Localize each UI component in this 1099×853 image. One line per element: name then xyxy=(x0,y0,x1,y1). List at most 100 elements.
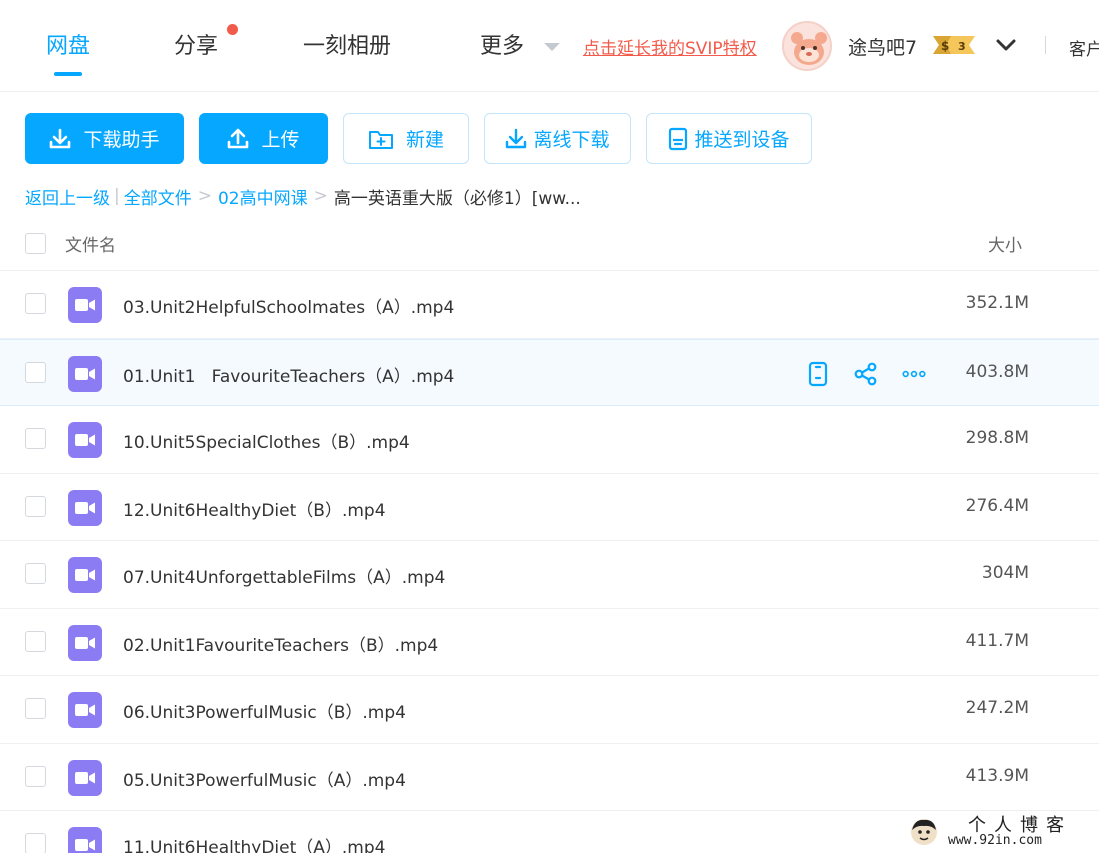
video-file-icon xyxy=(68,287,102,323)
active-tab-indicator xyxy=(54,72,82,76)
file-size: 247.2M xyxy=(965,698,1029,718)
breadcrumb-separator: > xyxy=(313,186,328,206)
avatar[interactable] xyxy=(782,21,832,71)
svip-level-text: 3 xyxy=(958,40,966,53)
file-size: 276.4M xyxy=(965,495,1029,516)
column-header-name[interactable]: 文件名 xyxy=(65,231,116,256)
new-folder-button[interactable]: 新建 xyxy=(343,113,469,164)
row-checkbox[interactable] xyxy=(25,833,46,853)
download-helper-label: 下载助手 xyxy=(83,129,160,151)
device-icon xyxy=(668,127,688,151)
push-to-device-button[interactable]: 推送到设备 xyxy=(646,113,812,164)
offline-download-icon xyxy=(505,128,527,150)
breadcrumb-folder[interactable]: 02高中网课 xyxy=(218,184,308,209)
file-row[interactable]: 05.Unit3PowerfulMusic（A）.mp4 413.9M xyxy=(0,744,1099,811)
video-file-icon xyxy=(68,827,102,853)
file-list: 03.Unit2HelpfulSchoolmates（A）.mp4 352.1M 0… xyxy=(0,271,1099,853)
new-folder-icon xyxy=(368,128,394,150)
top-nav: 网盘 分享 一刻相册 更多 点击延长我的SVIP特权 途鸟吧7 $ 3 客户 xyxy=(0,0,1099,92)
nav-tab-label: 一刻相册 xyxy=(303,34,392,59)
svg-text:$: $ xyxy=(941,39,949,53)
file-size: 413.9M xyxy=(965,765,1029,786)
file-row[interactable]: 01.Unit1 FavouriteTeachers（A）.mp4 403.8M xyxy=(0,338,1099,406)
video-file-icon xyxy=(68,624,102,661)
nav-tab-netdisk[interactable]: 网盘 xyxy=(46,28,91,76)
file-row[interactable]: 12.Unit6HealthyDiet（B）.mp4 276.4M xyxy=(0,474,1099,541)
breadcrumb-divider: | xyxy=(114,186,120,206)
download-icon xyxy=(49,128,71,150)
video-file-icon xyxy=(68,557,102,593)
notification-dot xyxy=(227,24,238,35)
avatar-image xyxy=(784,23,830,69)
svip-badge-icon: $ 3 xyxy=(933,36,975,54)
video-file-icon xyxy=(68,489,102,526)
more-options-icon[interactable] xyxy=(902,361,926,387)
row-checkbox[interactable] xyxy=(25,361,46,383)
breadcrumb-current: 高一英语重大版（必修1）[ww... xyxy=(333,188,581,209)
file-name[interactable]: 01.Unit1 FavouriteTeachers（A）.mp4 xyxy=(123,362,454,387)
upload-button[interactable]: 上传 xyxy=(199,113,328,164)
row-checkbox[interactable] xyxy=(25,428,46,449)
column-header-size[interactable]: 大小 xyxy=(988,231,1022,256)
row-checkbox[interactable] xyxy=(25,495,46,517)
breadcrumb: 返回上一级 | 全部文件 > 02高中网课 > 高一英语重大版（必修1）[ww.… xyxy=(25,184,581,209)
row-checkbox[interactable] xyxy=(25,630,46,652)
file-size: 352.1M xyxy=(965,293,1029,313)
new-folder-label: 新建 xyxy=(405,129,444,151)
file-name[interactable]: 12.Unit6HealthyDiet（B）.mp4 xyxy=(123,496,386,521)
nav-tab-label: 网盘 xyxy=(46,34,91,59)
video-file-icon xyxy=(68,759,102,796)
file-table-header: 文件名 大小 xyxy=(0,216,1099,271)
offline-download-button[interactable]: 离线下载 xyxy=(484,113,631,164)
file-name[interactable]: 07.Unit4UnforgettableFilms（A）.mp4 xyxy=(123,563,445,588)
file-name[interactable]: 06.Unit3PowerfulMusic（B）.mp4 xyxy=(123,698,406,723)
video-file-icon xyxy=(68,355,102,392)
file-row[interactable]: 07.Unit4UnforgettableFilms（A）.mp4 304M xyxy=(0,541,1099,609)
client-link[interactable]: 客户 xyxy=(1069,35,1099,60)
username[interactable]: 途鸟吧7 xyxy=(848,33,917,60)
upload-label: 上传 xyxy=(261,129,300,151)
breadcrumb-separator: > xyxy=(197,186,212,206)
share-icon[interactable] xyxy=(854,361,878,387)
video-file-icon xyxy=(68,422,102,458)
nav-tab-label: 分享 xyxy=(174,34,219,59)
file-row[interactable]: 03.Unit2HelpfulSchoolmates（A）.mp4 352.1M xyxy=(0,271,1099,339)
file-name[interactable]: 03.Unit2HelpfulSchoolmates（A）.mp4 xyxy=(123,293,454,318)
breadcrumb-back[interactable]: 返回上一级 xyxy=(25,184,110,209)
watermark-url: www.92in.com xyxy=(948,833,1042,848)
file-size: 304M xyxy=(981,563,1029,583)
file-name[interactable]: 11.Unit6HealthyDiet（A）.mp4 xyxy=(123,833,385,853)
push-device-icon[interactable] xyxy=(806,361,830,387)
row-checkbox[interactable] xyxy=(25,698,46,719)
breadcrumb-all-files[interactable]: 全部文件 xyxy=(124,184,192,209)
file-size: 403.8M xyxy=(965,361,1029,382)
nav-tab-share[interactable]: 分享 xyxy=(174,28,218,60)
row-checkbox[interactable] xyxy=(25,293,46,314)
file-name[interactable]: 10.Unit5SpecialClothes（B）.mp4 xyxy=(123,428,410,453)
blog-logo-icon xyxy=(911,819,937,845)
offline-download-label: 离线下载 xyxy=(533,129,610,151)
row-checkbox[interactable] xyxy=(25,563,46,584)
file-size: 411.7M xyxy=(965,630,1029,651)
caret-down-icon[interactable] xyxy=(544,43,560,51)
download-helper-button[interactable]: 下载助手 xyxy=(25,113,184,164)
file-row[interactable]: 02.Unit1FavouriteTeachers（B）.mp4 411.7M xyxy=(0,609,1099,676)
row-checkbox[interactable] xyxy=(25,765,46,787)
watermark: 个人博客 www.92in.com xyxy=(906,811,1099,853)
chevron-down-icon[interactable] xyxy=(996,37,1016,56)
file-row[interactable]: 06.Unit3PowerfulMusic（B）.mp4 247.2M xyxy=(0,676,1099,744)
nav-tab-album[interactable]: 一刻相册 xyxy=(303,28,391,60)
svip-level-badge: $ 3 xyxy=(929,34,979,60)
nav-divider xyxy=(1045,36,1046,54)
file-name[interactable]: 05.Unit3PowerfulMusic（A）.mp4 xyxy=(123,766,406,791)
row-actions xyxy=(806,361,950,387)
upload-icon xyxy=(227,128,249,150)
file-row[interactable]: 10.Unit5SpecialClothes（B）.mp4 298.8M xyxy=(0,406,1099,474)
file-name[interactable]: 02.Unit1FavouriteTeachers（B）.mp4 xyxy=(123,631,438,656)
nav-tab-label: 更多 xyxy=(480,34,525,59)
video-file-icon xyxy=(68,692,102,728)
file-size: 298.8M xyxy=(965,428,1029,448)
svip-renew-link[interactable]: 点击延长我的SVIP特权 xyxy=(583,34,757,59)
nav-tab-more[interactable]: 更多 xyxy=(480,28,524,60)
select-all-checkbox[interactable] xyxy=(25,233,46,254)
